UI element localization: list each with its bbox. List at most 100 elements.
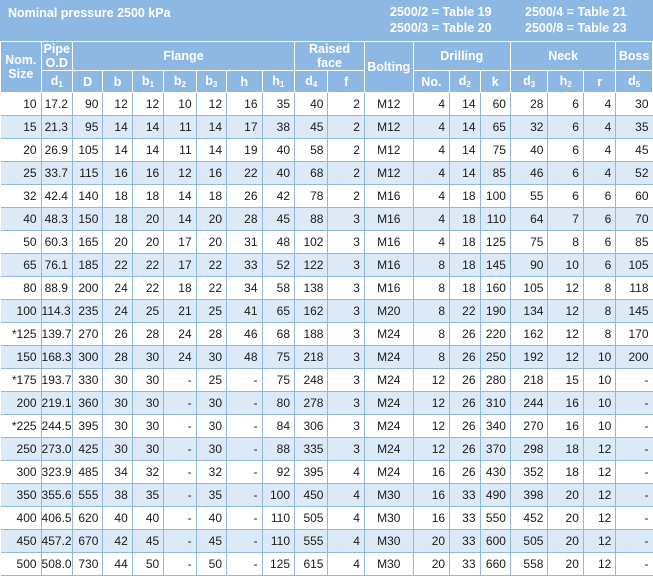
table-cell: 10 — [583, 345, 617, 369]
table-cell: 430 — [480, 460, 511, 484]
table-cell: 90 — [510, 253, 549, 277]
table-cell: 75 — [480, 138, 511, 162]
table-row: 350 355.6 555 38 35-35-100 450 4 M30 16 33 490 398 2… — [0, 483, 653, 507]
symbol-base: d — [628, 74, 636, 88]
table-cell: 28 — [196, 322, 228, 346]
table-cell: 12 — [547, 322, 584, 346]
table-cell: 600 — [480, 529, 511, 553]
table-cell: 40 — [510, 138, 549, 162]
table-cell: 30 — [196, 437, 228, 461]
table-row: *225 244.5 395 30 30-30-84 306 3 M24 12 26 340 270 1… — [0, 414, 653, 438]
table-cell: 118 — [615, 276, 653, 300]
table-cell: - — [163, 552, 197, 576]
table-cell: 25 — [196, 299, 228, 323]
table-cell: 6 — [547, 161, 584, 185]
table-cell: 88 — [294, 207, 329, 231]
table-cell: M30 — [364, 529, 414, 553]
table-cell: 50 — [132, 552, 165, 576]
table-cell: 3 — [327, 414, 365, 438]
table-cell: 18 — [102, 207, 133, 231]
table-cell: 32 — [510, 115, 549, 139]
table-cell: 30 — [102, 368, 133, 392]
table-cell: 65 — [262, 299, 296, 323]
table-cell: 14 — [132, 138, 165, 162]
table-cell: 20 — [413, 529, 451, 553]
table-cell: 41 — [226, 299, 263, 323]
table-cell: 65 — [480, 115, 511, 139]
table-cell: 30 — [615, 92, 653, 116]
table-cell: 46 — [226, 322, 263, 346]
table-cell: 17.2 — [41, 92, 73, 116]
table-cell: 33.7 — [41, 161, 73, 185]
table-cell: 40 — [0, 207, 42, 231]
table-cell: 12 — [547, 345, 584, 369]
table-cell: 6 — [547, 92, 584, 116]
flange-dimensions-table: Nom. Size Pipe O.D Flange Raised face Bo… — [0, 41, 653, 576]
table-cell: 450 — [294, 483, 329, 507]
table-cell: 22 — [226, 161, 263, 185]
table-cell: 19 — [226, 138, 263, 162]
table-row: 300 323.9 485 34 32-32-92 395 4 M24 16 26 430 352 18… — [0, 460, 653, 484]
table-cell: 250 — [480, 345, 511, 369]
table-cell: 100 — [0, 299, 42, 323]
header-text: Nom. — [5, 53, 37, 67]
table-cell: 22 — [102, 253, 133, 277]
table-cell: 35 — [196, 483, 228, 507]
table-cell: 150 — [72, 207, 104, 231]
table-cell: 45 — [294, 115, 329, 139]
table-cell: - — [615, 391, 653, 415]
table-cell: 76.1 — [41, 253, 73, 277]
table-cell: 38 — [262, 115, 296, 139]
table-cell: 110 — [262, 506, 296, 530]
symbol-base: k — [491, 74, 499, 89]
table-cell: 10 — [583, 368, 617, 392]
table-cell: - — [163, 414, 197, 438]
table-cell: 2 — [327, 161, 365, 185]
table-cell: 80 — [0, 276, 42, 300]
table-cell: 40 — [262, 138, 296, 162]
table-cell: 26 — [102, 322, 133, 346]
table-cell: - — [163, 506, 197, 530]
table-cell: 92 — [262, 460, 296, 484]
column-symbol: b3 — [195, 70, 228, 93]
table-cell: 270 — [72, 322, 104, 346]
table-cell: 660 — [480, 552, 511, 576]
table-cell: 330 — [72, 368, 104, 392]
header-boss: Boss — [615, 41, 653, 71]
table-cell: 30 — [132, 437, 165, 461]
table-cell: 278 — [294, 391, 329, 415]
table-cell: 20 — [102, 230, 133, 254]
table-cell: 350 — [0, 483, 42, 507]
table-cell: 122 — [294, 253, 329, 277]
table-row: 450 457.2 670 42 45-45-110 555 4 M30 20 33 600 505 2… — [0, 529, 653, 553]
table-row: *175 193.7 330 30 30-25-75 248 3 M24 12 26 280 218 1… — [0, 368, 653, 392]
table-cell: 33 — [226, 253, 263, 277]
table-cell: 2 — [327, 92, 365, 116]
table-cell: 15 — [547, 368, 584, 392]
table-cell: 30 — [102, 437, 133, 461]
table-cell: 16 — [413, 506, 451, 530]
table-cell: - — [615, 368, 653, 392]
table-cell: 2 — [327, 138, 365, 162]
table-row: 400 406.5 620 40 40-40-110 505 4 M30 16 33 550 452 2… — [0, 506, 653, 530]
table-cell: 4 — [413, 207, 451, 231]
table-cell: 4 — [583, 92, 617, 116]
table-cell: 620 — [72, 506, 104, 530]
table-cell: 3 — [327, 345, 365, 369]
table-cell: 355.6 — [41, 483, 73, 507]
table-cell: - — [163, 529, 197, 553]
table-cell: 100 — [480, 184, 511, 208]
table-cell: 555 — [72, 483, 104, 507]
table-cell: - — [226, 483, 263, 507]
table-cell: 20 — [413, 552, 451, 576]
table-cell: 18 — [163, 276, 197, 300]
symbol-base: b — [141, 74, 150, 88]
table-cell: - — [226, 368, 263, 392]
column-symbol: d2 — [449, 70, 481, 93]
table-cell: 6 — [583, 184, 617, 208]
column-symbol: h — [226, 70, 263, 93]
table-cell: 35 — [262, 92, 296, 116]
table-cell: 4 — [327, 460, 365, 484]
table-cell: M24 — [364, 368, 414, 392]
table-cell: 244.5 — [41, 414, 73, 438]
